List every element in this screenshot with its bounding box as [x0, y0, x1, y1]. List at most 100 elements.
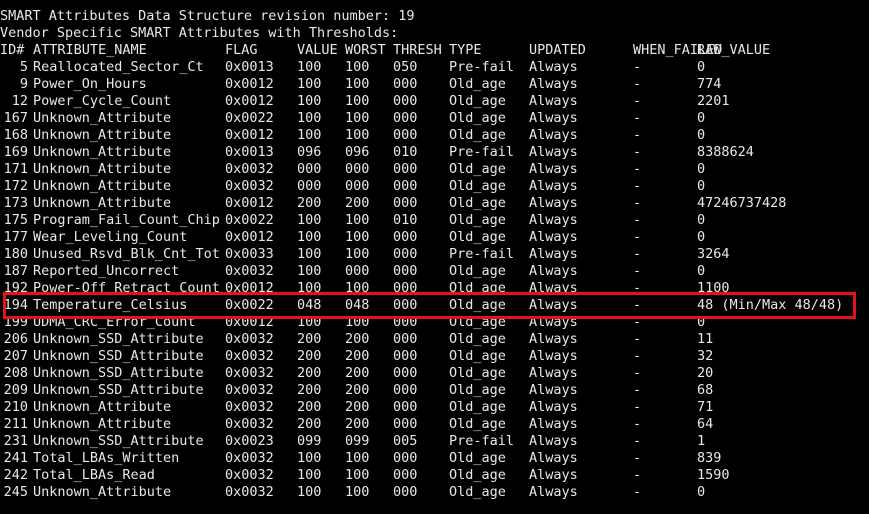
attribute-flag: 0x0032: [225, 450, 274, 466]
attribute-thresh: 010: [393, 212, 418, 228]
attribute-id: 173: [3, 195, 28, 211]
attribute-raw-value: 8388624: [697, 144, 754, 160]
table-row: 172 Unknown_Attribute 0x0032 000 000 000 Old_a…: [0, 178, 869, 195]
attribute-id: 242: [3, 467, 28, 483]
attribute-type: Old_age: [449, 484, 506, 500]
attribute-value: 000: [297, 178, 322, 194]
attribute-id: 199: [3, 314, 28, 330]
attribute-thresh: 000: [393, 246, 418, 262]
attribute-updated: Always: [529, 127, 578, 143]
terminal-window[interactable]: SMART Attributes Data Structure revision…: [0, 0, 869, 514]
table-row: 168 Unknown_Attribute 0x0012 100 100 000 Old_a…: [0, 127, 869, 144]
column-header-raw-value: RAW_VALUE: [697, 42, 771, 58]
attribute-raw-value: 71: [697, 399, 714, 415]
attribute-type: Old_age: [449, 229, 506, 245]
attribute-worst: 100: [345, 484, 370, 500]
attribute-value: 100: [297, 280, 322, 296]
attribute-when-failed: -: [633, 144, 642, 160]
attribute-raw-value: 0: [697, 161, 706, 177]
attribute-worst: 000: [345, 178, 370, 194]
attribute-worst: 100: [345, 450, 370, 466]
attribute-value: 096: [297, 144, 322, 160]
attribute-updated: Always: [529, 144, 578, 160]
attribute-updated: Always: [529, 195, 578, 211]
attribute-flag: 0x0023: [225, 433, 274, 449]
attribute-name: Total_LBAs_Written: [33, 450, 180, 466]
attribute-worst: 100: [345, 59, 370, 75]
attribute-name: Reallocated_Sector_Ct: [33, 59, 204, 75]
attribute-id: 210: [3, 399, 28, 415]
attribute-when-failed: -: [633, 297, 642, 313]
attribute-value: 100: [297, 93, 322, 109]
attribute-worst: 000: [345, 161, 370, 177]
attribute-type: Old_age: [449, 93, 506, 109]
attribute-when-failed: -: [633, 76, 642, 92]
attribute-worst: 200: [345, 348, 370, 364]
attribute-type: Old_age: [449, 365, 506, 381]
table-row: 241 Total_LBAs_Written 0x0032 100 100 000 Old_…: [0, 450, 869, 467]
attribute-thresh: 000: [393, 229, 418, 245]
attribute-type: Old_age: [449, 314, 506, 330]
attribute-when-failed: -: [633, 467, 642, 483]
attribute-id: 171: [3, 161, 28, 177]
attribute-when-failed: -: [633, 433, 642, 449]
attribute-worst: 100: [345, 467, 370, 483]
attribute-worst: 200: [345, 331, 370, 347]
attribute-name: Wear_Leveling_Count: [33, 229, 188, 245]
attribute-name: Total_LBAs_Read: [33, 467, 155, 483]
attribute-raw-value: 774: [697, 76, 722, 92]
table-row: 169 Unknown_Attribute 0x0013 096 096 010 Pre-f…: [0, 144, 869, 161]
attribute-type: Old_age: [449, 416, 506, 432]
attribute-type: Pre-fail: [449, 144, 515, 160]
attribute-worst: 100: [345, 110, 370, 126]
attribute-name: Unknown_SSD_Attribute: [33, 382, 204, 398]
attribute-updated: Always: [529, 314, 578, 330]
attribute-updated: Always: [529, 229, 578, 245]
attribute-value: 100: [297, 127, 322, 143]
attribute-updated: Always: [529, 416, 578, 432]
attribute-worst: 048: [345, 297, 370, 313]
attribute-flag: 0x0032: [225, 484, 274, 500]
attribute-worst: 200: [345, 416, 370, 432]
attribute-thresh: 000: [393, 127, 418, 143]
attribute-type: Old_age: [449, 467, 506, 483]
attribute-value: 100: [297, 246, 322, 262]
table-row: 12 Power_Cycle_Count 0x0012 100 100 000 Old_ag…: [0, 93, 869, 110]
attribute-worst: 100: [345, 246, 370, 262]
attribute-updated: Always: [529, 399, 578, 415]
table-row: 210 Unknown_Attribute 0x0032 200 200 000 Old_a…: [0, 399, 869, 416]
attribute-raw-value: 1: [697, 433, 706, 449]
attribute-worst: 100: [345, 76, 370, 92]
attribute-when-failed: -: [633, 348, 642, 364]
attribute-id: 208: [3, 365, 28, 381]
attribute-flag: 0x0012: [225, 314, 274, 330]
attribute-worst: 100: [345, 93, 370, 109]
attribute-type: Old_age: [449, 450, 506, 466]
attribute-name: Unknown_Attribute: [33, 161, 172, 177]
attribute-id: 12: [11, 93, 28, 109]
attribute-updated: Always: [529, 178, 578, 194]
attribute-value: 200: [297, 399, 322, 415]
attribute-thresh: 010: [393, 144, 418, 160]
attribute-when-failed: -: [633, 229, 642, 245]
table-row: 171 Unknown_Attribute 0x0032 000 000 000 Old_a…: [0, 161, 869, 178]
attribute-when-failed: -: [633, 450, 642, 466]
table-row: 180 Unused_Rsvd_Blk_Cnt_Tot 0x0033 100 100 00…: [0, 246, 869, 263]
attribute-name: Unknown_Attribute: [33, 416, 172, 432]
attribute-name: Unknown_SSD_Attribute: [33, 433, 204, 449]
attribute-when-failed: -: [633, 212, 642, 228]
attribute-thresh: 000: [393, 178, 418, 194]
attribute-value: 100: [297, 263, 322, 279]
attribute-flag: 0x0022: [225, 212, 274, 228]
attribute-raw-value: 0: [697, 59, 706, 75]
attribute-name: Unknown_Attribute: [33, 144, 172, 160]
attribute-value: 100: [297, 467, 322, 483]
attribute-updated: Always: [529, 59, 578, 75]
attribute-name: Program_Fail_Count_Chip: [33, 212, 220, 228]
attribute-flag: 0x0032: [225, 399, 274, 415]
attribute-type: Old_age: [449, 280, 506, 296]
column-header-updated: UPDATED: [529, 42, 586, 58]
attribute-thresh: 000: [393, 314, 418, 330]
attribute-type: Old_age: [449, 212, 506, 228]
attribute-id: 168: [3, 127, 28, 143]
